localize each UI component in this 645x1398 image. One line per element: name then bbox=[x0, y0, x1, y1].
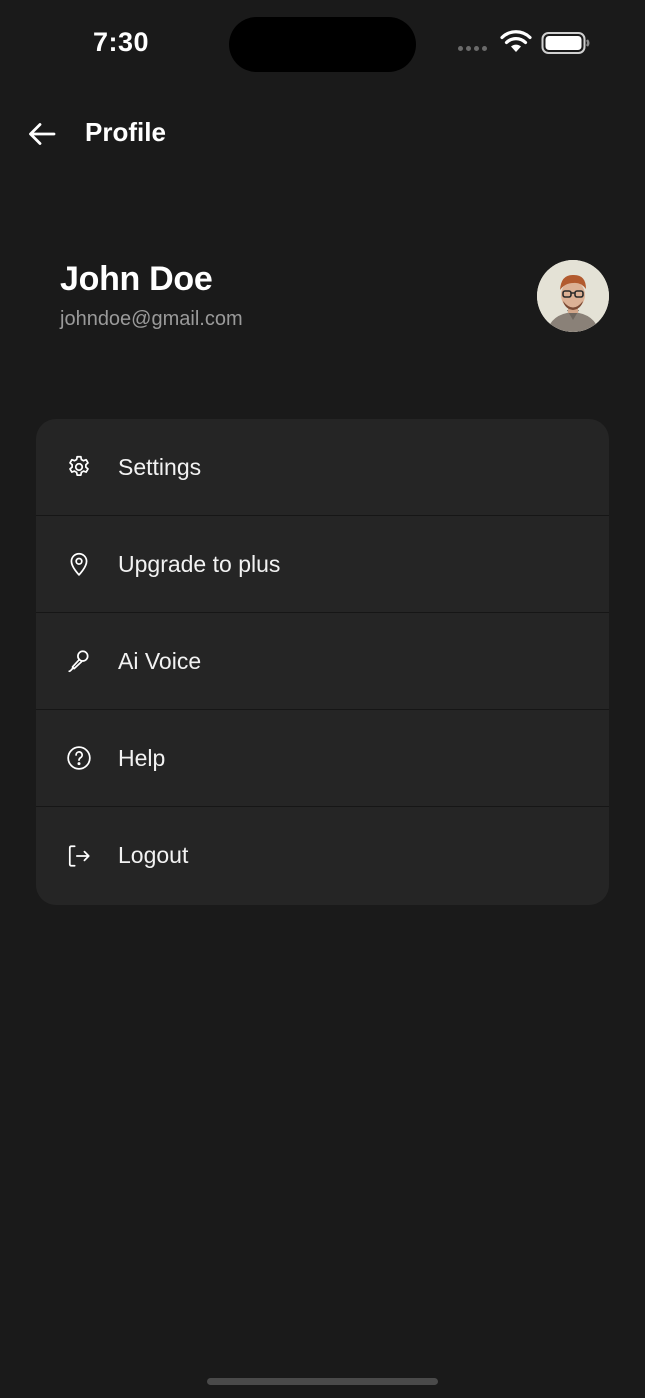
question-circle-icon bbox=[66, 745, 92, 771]
menu-item-help[interactable]: Help bbox=[36, 710, 609, 807]
gear-icon bbox=[66, 454, 92, 480]
home-indicator[interactable] bbox=[207, 1378, 438, 1385]
back-button[interactable] bbox=[24, 114, 60, 154]
menu-item-logout[interactable]: Logout bbox=[36, 807, 609, 904]
menu-item-label: Ai Voice bbox=[118, 647, 202, 674]
battery-icon bbox=[541, 32, 590, 54]
dynamic-island bbox=[229, 17, 416, 72]
avatar-image bbox=[537, 260, 609, 332]
microphone-icon bbox=[66, 648, 92, 674]
status-time: 7:30 bbox=[93, 27, 150, 57]
menu-item-label: Settings bbox=[118, 453, 202, 480]
avatar[interactable] bbox=[537, 260, 609, 332]
page-title: Profile bbox=[85, 117, 166, 147]
menu-item-ai-voice[interactable]: Ai Voice bbox=[36, 613, 609, 710]
logout-icon bbox=[66, 843, 92, 869]
profile-email: johndoe@gmail.com bbox=[60, 308, 243, 330]
menu-item-label: Help bbox=[118, 744, 166, 771]
menu-item-upgrade[interactable]: Upgrade to plus bbox=[36, 516, 609, 613]
wifi-icon bbox=[500, 30, 532, 52]
cellular-signal-icon bbox=[458, 46, 487, 51]
menu-item-settings[interactable]: Settings bbox=[36, 419, 609, 516]
profile-name: John Doe bbox=[60, 260, 213, 298]
arrow-left-icon bbox=[29, 123, 56, 145]
menu-card: Settings Upgrade to plus Ai Voice Help L… bbox=[36, 419, 609, 905]
menu-item-label: Logout bbox=[118, 842, 189, 868]
menu-item-label: Upgrade to plus bbox=[118, 550, 281, 577]
location-pin-icon bbox=[66, 551, 92, 577]
